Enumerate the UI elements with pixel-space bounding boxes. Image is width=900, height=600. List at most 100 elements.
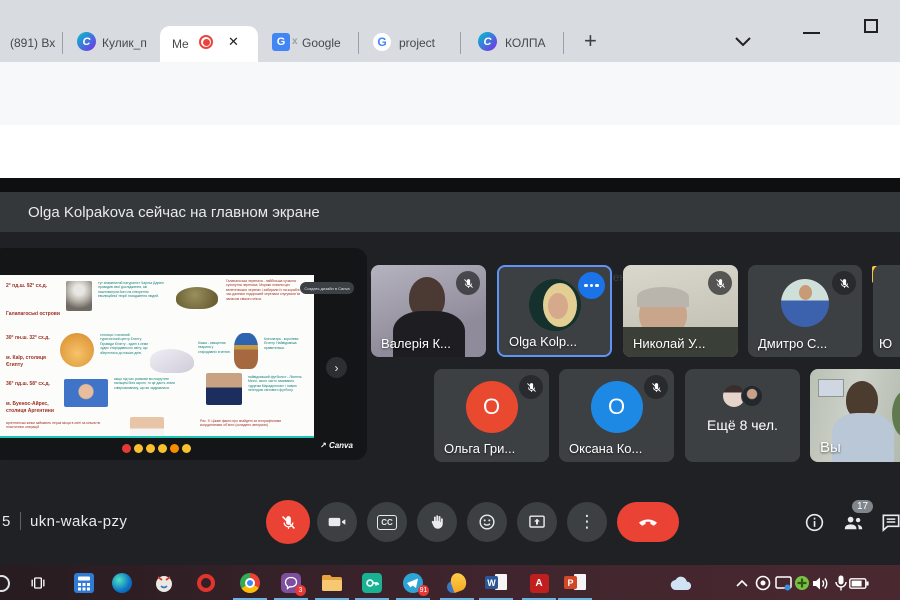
camera-toggle-button[interactable]: [317, 502, 357, 542]
darwin-photo: [66, 281, 92, 311]
canva-favicon: C: [77, 32, 96, 51]
participant-avatar: [781, 279, 829, 327]
tab-project[interactable]: project: [399, 36, 449, 50]
mic-off-icon: [708, 271, 732, 295]
woman-photo: [64, 379, 108, 407]
google-favicon: G: [373, 33, 391, 51]
maximize-button[interactable]: [864, 19, 878, 33]
present-screen-button[interactable]: [517, 502, 557, 542]
participant-tile-partial[interactable]: Ю: [873, 265, 900, 357]
battery-icon[interactable]: [848, 572, 870, 594]
presentation-progress-line: [0, 436, 314, 438]
face-image: [130, 417, 164, 438]
close-tab-icon[interactable]: ✕: [228, 34, 239, 50]
more-options-button[interactable]: ⋮: [567, 502, 607, 542]
slide-coord-3: 36° пд.ш. 58° сх.д.: [6, 381, 50, 387]
opera-icon[interactable]: [195, 572, 217, 594]
task-view-icon[interactable]: [27, 572, 49, 594]
edge-icon[interactable]: [111, 572, 133, 594]
cat-drawing: [150, 349, 194, 373]
wow-reaction-icon[interactable]: [170, 444, 179, 453]
slide-text-darwin: тут знаменитий натураліст Чарльз Дарвін …: [98, 281, 164, 299]
participant-name: Ольга Гри...: [444, 441, 516, 456]
wall-picture: [818, 379, 844, 397]
chat-icon[interactable]: [879, 511, 900, 534]
participant-name: Валерія К...: [381, 336, 451, 351]
self-view-tile[interactable]: Вы: [810, 369, 900, 462]
password-key-app-icon[interactable]: [361, 572, 383, 594]
tab-canva-1[interactable]: Кулик_п: [102, 36, 154, 50]
laugh-reaction-icon[interactable]: [158, 444, 167, 453]
slide-text-messi: найвідоміший футболіст - Ліонель Мессі, …: [248, 375, 302, 393]
slide-loc-2: м. Каїр, столиця Єгипту: [6, 355, 46, 368]
tab-canva-2[interactable]: КОЛПА: [505, 36, 555, 50]
volume-icon[interactable]: [809, 572, 831, 594]
participants-count-badge: 17: [852, 500, 874, 513]
chrome-icon[interactable]: [239, 572, 261, 594]
participant-tile[interactable]: Валерія К...: [371, 265, 486, 357]
viber-badge: 3: [295, 585, 306, 596]
meeting-code: ukn-waka-pzy: [30, 513, 128, 530]
weather-cloud-icon[interactable]: [670, 572, 692, 594]
reactions-row[interactable]: [122, 444, 191, 453]
minimize-button[interactable]: [803, 32, 820, 34]
tab-translate[interactable]: Google: [302, 36, 352, 50]
mic-toggle-button[interactable]: [266, 500, 310, 544]
avatar-face: [799, 285, 812, 300]
tab-gmail[interactable]: (891) Вх: [10, 36, 58, 50]
new-tab-button[interactable]: +: [584, 28, 597, 54]
mini-avatar: [740, 385, 763, 407]
tile-options-button[interactable]: [578, 272, 605, 299]
clock-fragment: 5: [2, 513, 11, 530]
word-icon[interactable]: W: [485, 572, 507, 594]
tab-search-chevron-icon[interactable]: [733, 36, 753, 48]
acrobat-icon[interactable]: A: [528, 572, 550, 594]
participants-icon[interactable]: [841, 511, 866, 534]
captions-button[interactable]: CC: [367, 502, 407, 542]
cortana-search-icon[interactable]: [0, 572, 12, 594]
next-slide-button[interactable]: ›: [326, 357, 347, 378]
thumbsup-reaction-icon[interactable]: [134, 444, 143, 453]
overflow-participants-tile[interactable]: Ещё 8 чел.: [685, 369, 800, 462]
person-silhouette: [832, 413, 894, 462]
participant-tile[interactable]: Дмитро С...: [748, 265, 862, 357]
sad-reaction-icon[interactable]: [182, 444, 191, 453]
powerpoint-icon[interactable]: P: [564, 572, 586, 594]
heart-reaction-icon[interactable]: [122, 444, 131, 453]
raise-hand-button[interactable]: [417, 502, 457, 542]
file-explorer-icon[interactable]: [321, 572, 343, 594]
participant-tile-active-speaker[interactable]: Olga Kolp...: [497, 265, 612, 357]
messi-photo: [206, 373, 242, 405]
leave-call-button[interactable]: [617, 502, 679, 542]
browser-tab-bar: (891) Вх C Кулик_п Me ✕ G x Google G pro…: [0, 0, 900, 62]
screen-share-tile[interactable]: 2° пд.ш. 92° сх.д. Галапагоські острови …: [0, 248, 367, 460]
tab-divider: [563, 32, 564, 54]
flame-app-icon[interactable]: [446, 570, 469, 594]
calculator-icon[interactable]: [73, 572, 95, 594]
viber-icon[interactable]: 3: [280, 572, 306, 596]
record-tray-icon[interactable]: [752, 572, 774, 594]
tray-expand-chevron-icon[interactable]: [731, 572, 753, 594]
pinned-app-icon[interactable]: [153, 572, 175, 594]
pyramids-illustration: [60, 333, 94, 367]
canva-create-button[interactable]: Создать дизайн в Canva: [300, 282, 354, 294]
self-label: Вы: [820, 439, 841, 456]
canva-favicon: C: [478, 32, 497, 51]
participant-tile[interactable]: О Ольга Гри...: [434, 369, 549, 462]
slide-coord-2: 30° пн.ш. 32° сх.д.: [6, 335, 50, 341]
reactions-button[interactable]: [467, 502, 507, 542]
participant-name: Дмитро С...: [758, 336, 828, 351]
meeting-details-icon[interactable]: [803, 511, 826, 534]
meet-top-strip: [0, 178, 900, 192]
slide-text-cairo: столиця і головний туристичний центр Єги…: [100, 333, 149, 355]
recording-indicator-icon: [199, 35, 213, 49]
tab-divider: [460, 32, 461, 54]
translate-favicon: G: [272, 33, 290, 51]
participant-tile[interactable]: О Оксана Ко...: [559, 369, 674, 462]
clap-reaction-icon[interactable]: [146, 444, 155, 453]
more-participants-label: Ещё 8 чел.: [707, 417, 778, 433]
telegram-badge: 91: [418, 585, 429, 596]
telegram-icon[interactable]: 91: [402, 572, 429, 596]
slide-loc-3: м. Буенос-Айрес, столиця Аргентини: [6, 401, 54, 414]
participant-tile[interactable]: Николай У...: [623, 265, 738, 357]
